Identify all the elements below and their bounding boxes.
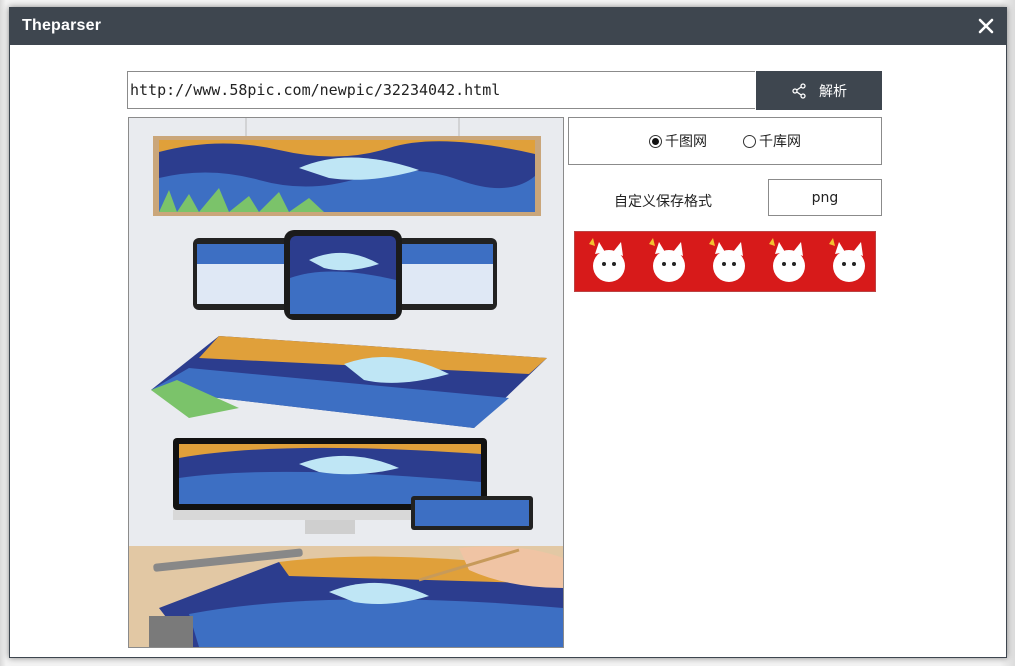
source-option-label: 千图网 [665,134,707,150]
parse-button[interactable]: 解析 [756,71,882,110]
cat-sticker-image [575,232,635,291]
share-icon [792,82,806,99]
sticker-strip [574,231,876,292]
cat-sticker-image [815,232,875,291]
title-bar: Theparser [10,8,1006,45]
close-icon [978,18,994,34]
cat-sticker-image [755,232,815,291]
source-option-qiantu[interactable]: 千图网 [649,131,707,151]
radio-selected-icon [649,134,662,148]
radio-unselected-icon [743,134,756,148]
url-input[interactable] [127,71,755,109]
save-format-input[interactable] [768,179,882,216]
close-button[interactable] [973,13,999,39]
cat-sticker-image [635,232,695,291]
app-window: Theparser 解析 [9,7,1007,658]
save-format-label: 自定义保存格式 [614,194,712,210]
parse-label: 解析 [819,83,847,100]
preview-image [129,118,563,647]
source-option-qianku[interactable]: 千库网 [743,131,801,151]
source-option-label: 千库网 [759,134,801,150]
image-preview [128,117,564,648]
window-title: Theparser [22,17,102,34]
cat-sticker-image [695,232,755,291]
source-selector: 千图网 千库网 [568,117,882,165]
